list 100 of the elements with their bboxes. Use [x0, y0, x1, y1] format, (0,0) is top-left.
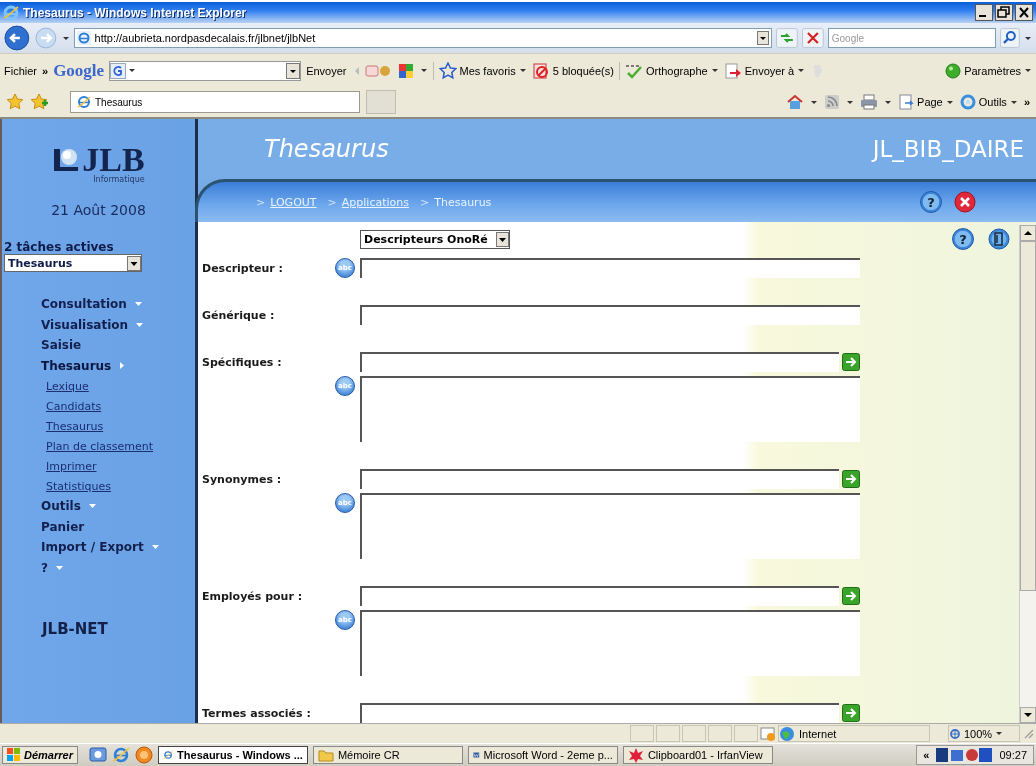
menu-item[interactable]: Visualisation: [41, 314, 195, 335]
restore-button[interactable]: [995, 4, 1013, 21]
clock: 09:27: [999, 749, 1027, 761]
text-field[interactable]: [360, 258, 860, 278]
dropdown-icon[interactable]: [127, 255, 141, 271]
text-field[interactable]: [360, 352, 839, 372]
feed-icon[interactable]: [824, 94, 841, 110]
caret-icon[interactable]: [995, 730, 1004, 737]
add-arrow-button[interactable]: [842, 587, 860, 605]
start-button[interactable]: Démarrer: [2, 746, 78, 764]
taskbar-button[interactable]: Thesaurus - Windows ...: [157, 746, 308, 764]
submenu-link[interactable]: Thesaurus: [46, 416, 195, 436]
text-area[interactable]: [360, 493, 860, 559]
menu-item[interactable]: Import / Export: [41, 537, 195, 558]
more-chevron[interactable]: »: [1023, 96, 1030, 108]
add-arrow-button[interactable]: [842, 353, 860, 371]
field-label: Termes associés :: [201, 706, 312, 720]
g-caret-icon[interactable]: [128, 67, 137, 74]
minimize-button[interactable]: [975, 4, 993, 21]
descriptor-type-select[interactable]: Descripteurs OnoRé: [360, 230, 510, 249]
history-caret-icon[interactable]: [61, 34, 70, 42]
stop-button[interactable]: [801, 28, 824, 48]
menu-item[interactable]: Consultation: [41, 294, 195, 315]
browser-launch-icon[interactable]: [111, 746, 130, 764]
submenu-link[interactable]: Imprimer: [46, 456, 195, 476]
taskbar-button[interactable]: Mémoire CR: [312, 746, 463, 764]
caret-icon[interactable]: [884, 98, 893, 106]
dropdown-icon[interactable]: [286, 62, 301, 79]
taskbar-button[interactable]: Clipboard01 - IrfanView: [622, 746, 773, 764]
window-title: Thesaurus - Windows Internet Explorer: [23, 5, 248, 20]
menu-item[interactable]: ?: [41, 557, 195, 578]
menu-item[interactable]: Outils: [41, 496, 195, 517]
home-icon[interactable]: [786, 93, 805, 111]
print-icon[interactable]: [860, 94, 879, 110]
submenu-link[interactable]: Lexique: [46, 376, 195, 396]
refresh-button[interactable]: [776, 28, 798, 48]
search-icon[interactable]: [1000, 28, 1020, 48]
close-icon[interactable]: [954, 191, 976, 213]
menu-item[interactable]: Panier: [41, 516, 195, 537]
command-button[interactable]: Outils: [959, 94, 1018, 110]
zoom-button[interactable]: 100%: [948, 725, 1020, 742]
menu-item[interactable]: Thesaurus: [41, 355, 195, 376]
breadcrumb-separator: >: [420, 195, 430, 209]
tray-icons[interactable]: [935, 747, 994, 763]
dropdown-icon[interactable]: [496, 232, 509, 247]
submenu-link[interactable]: Statistiques: [46, 476, 195, 496]
toolbar-search-field[interactable]: [109, 60, 302, 81]
squares-icon[interactable]: [396, 61, 415, 80]
caret-icon[interactable]: [846, 98, 855, 106]
text-field[interactable]: [360, 586, 839, 606]
add-arrow-button[interactable]: [842, 470, 860, 488]
tray-expand-button[interactable]: «: [923, 749, 930, 761]
toolbar-button[interactable]: Envoyer à: [723, 61, 806, 80]
quick-launch-icon[interactable]: [88, 746, 107, 764]
taskbar-button[interactable]: Microsoft Word - 2eme p...: [467, 746, 618, 764]
search-field[interactable]: Google: [827, 28, 997, 48]
submenu-link[interactable]: Plan de classement: [46, 436, 195, 456]
caret-icon[interactable]: [710, 67, 719, 74]
back-button[interactable]: [4, 25, 30, 51]
text-area[interactable]: [360, 376, 860, 442]
text-field[interactable]: [360, 305, 860, 325]
text-field[interactable]: [360, 469, 839, 489]
help-button[interactable]: ?: [952, 228, 974, 250]
caret-icon[interactable]: [945, 98, 954, 106]
file-menu[interactable]: Fichier: [4, 64, 37, 77]
caret-icon[interactable]: [518, 67, 527, 74]
command-button[interactable]: Page: [898, 94, 954, 110]
squares-caret-icon[interactable]: [419, 67, 428, 74]
text-field[interactable]: [360, 703, 839, 723]
toolbar-button[interactable]: Orthographe: [624, 61, 719, 80]
text-area[interactable]: [360, 610, 860, 676]
add-favorite-icon[interactable]: [30, 93, 48, 111]
caret-icon[interactable]: [810, 98, 819, 106]
send-button[interactable]: Envoyer: [306, 64, 347, 77]
search-options-caret-icon[interactable]: [1024, 34, 1032, 42]
close-button[interactable]: [1015, 4, 1033, 21]
scroll-down-icon[interactable]: [1020, 707, 1036, 723]
help-button[interactable]: ?: [920, 191, 942, 213]
browser-tab[interactable]: Thesaurus: [70, 91, 360, 113]
favorites-star-icon[interactable]: [6, 93, 24, 111]
scroll-thumb[interactable]: [1020, 241, 1036, 591]
caret-icon[interactable]: [1009, 98, 1018, 106]
task-select[interactable]: Thesaurus: [4, 254, 142, 272]
caret-icon[interactable]: [797, 67, 806, 74]
scrollbar[interactable]: [1019, 225, 1036, 723]
address-field[interactable]: http://aubrieta.nordpasdecalais.fr/jlbnet/jlbNet: [73, 28, 773, 48]
door-icon[interactable]: [988, 228, 1010, 250]
field-label: Synonymes :: [201, 472, 283, 486]
submenu-link[interactable]: Candidats: [46, 396, 195, 416]
more-chevron[interactable]: »: [42, 64, 49, 77]
caret-icon[interactable]: [1024, 67, 1032, 74]
dropdown-icon[interactable]: [757, 31, 770, 45]
add-arrow-button[interactable]: [842, 704, 860, 722]
settings-button[interactable]: Paramètres: [945, 62, 1032, 79]
menu-item[interactable]: Saisie: [41, 335, 195, 356]
toolbar-button[interactable]: Mes favoris: [438, 61, 527, 80]
gear-icon: [959, 94, 976, 110]
toolbar-button[interactable]: 5 bloquée(s): [531, 61, 614, 80]
scroll-up-icon[interactable]: [1020, 225, 1036, 241]
app-launch-icon[interactable]: [134, 746, 153, 764]
